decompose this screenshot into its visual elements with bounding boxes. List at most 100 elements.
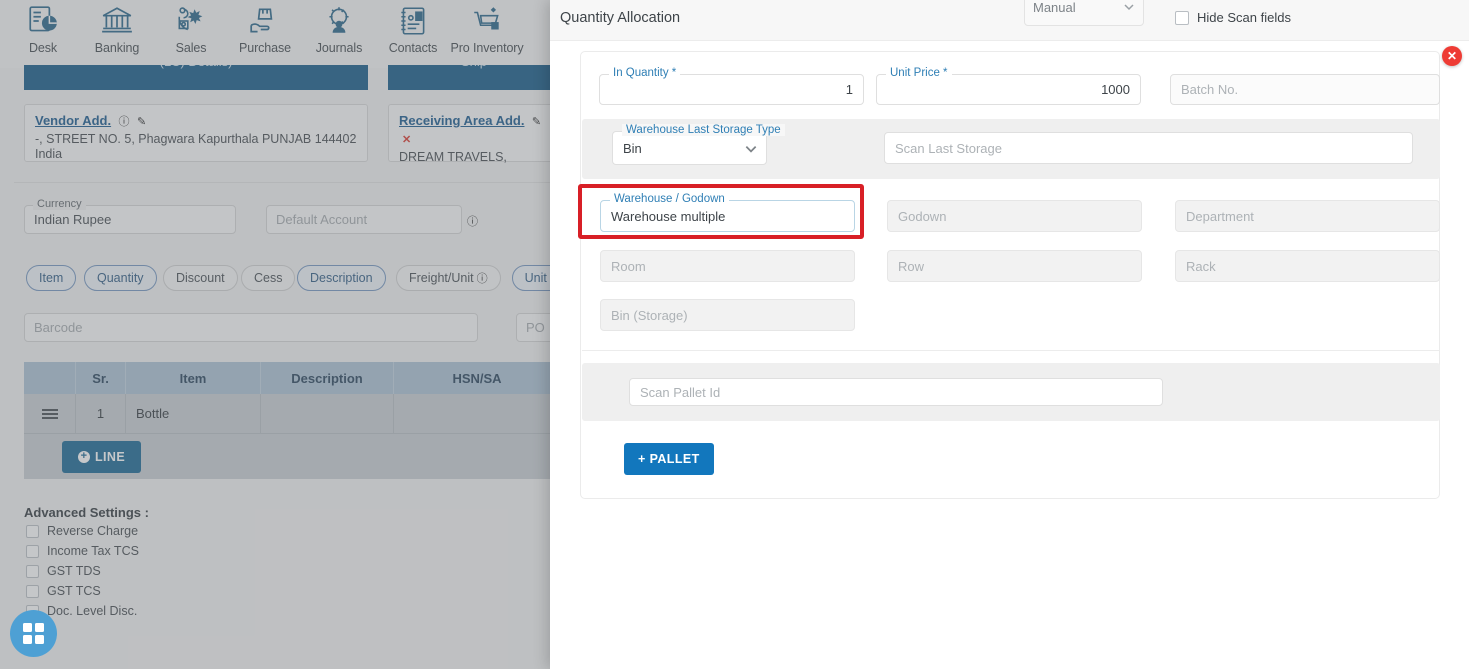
checkbox-gst-tds[interactable]: GST TDS [26,564,101,578]
purchase-icon [248,4,282,38]
scan-pallet-id-field[interactable]: Scan Pallet Id [629,378,1163,406]
checkbox-income-tax-tcs[interactable]: Income Tax TCS [26,544,139,558]
checkbox-box[interactable] [1175,10,1189,25]
row-field[interactable]: Row [887,250,1142,282]
section-header-bars: (LC) Details) Ship [0,60,560,90]
receiving-address-card: Receiving Area Add. ✎ ✕ DREAM TRAVELS, [388,104,560,164]
warehouse-type-select[interactable]: Manual [1024,0,1144,26]
bin-storage-placeholder: Bin (Storage) [611,307,688,323]
checkbox-label: Doc. Level Disc. [47,604,138,618]
top-navigation: Desk Banking Sales Purchase Journals Con… [0,0,560,68]
nav-label: Desk [28,41,58,55]
tab-item[interactable]: Item [26,265,77,291]
tab-description-label: Description [310,271,373,285]
info-icon[interactable]: ⓘ [119,116,130,128]
checkbox-box[interactable] [26,524,39,538]
bank-icon [100,4,134,38]
allocation-panel: In Quantity * 1 Unit Price * 1000 Batch … [580,51,1440,499]
table-row[interactable]: 1 Bottle [24,394,560,434]
barcode-input[interactable]: Barcode [24,313,478,342]
tab-freight-unit[interactable]: Freight/Unit ⓘ [396,265,501,291]
bin-storage-field[interactable]: Bin (Storage) [600,299,855,331]
checkbox-box[interactable] [26,544,39,558]
section-bar-right-text: Ship [461,65,487,69]
default-account-field[interactable]: Default Account [266,205,462,234]
nav-item-sales[interactable]: Sales [154,0,228,55]
vendor-address-body: -, STREET NO. 5, Phagwara Kapurthala PUN… [35,132,357,161]
tab-quantity[interactable]: Quantity [84,265,157,291]
edit-icon[interactable]: ✎ [532,116,541,128]
sales-icon [174,4,208,38]
table-col-sr: Sr. [76,362,126,394]
tab-cess-label: Cess [254,271,283,285]
department-field[interactable]: Department [1175,200,1440,232]
table-cell-description [261,394,394,434]
checkbox-reverse-charge[interactable]: Reverse Charge [26,524,138,538]
rack-placeholder: Rack [1186,258,1216,274]
receiving-address-title[interactable]: Receiving Area Add. [399,113,524,128]
hide-scan-fields-label: Hide Scan fields [1197,10,1291,25]
inventory-icon [470,4,504,38]
nav-label: Journals [315,41,363,55]
divider [582,350,1440,351]
hide-scan-fields-checkbox[interactable]: Hide Scan fields [1175,10,1291,25]
nav-item-journals[interactable]: Journals [302,0,376,55]
nav-label: Banking [94,41,140,55]
close-icon[interactable]: ✕ [1442,46,1462,66]
tab-discount[interactable]: Discount [163,265,238,291]
vendor-address-title[interactable]: Vendor Add. [35,113,111,128]
checkbox-box[interactable] [26,584,39,598]
apps-fab-button[interactable] [10,610,57,657]
screen: Desk Banking Sales Purchase Journals Con… [0,0,1469,669]
table-col-item: Item [126,362,261,394]
checkbox-box[interactable] [26,564,39,578]
modal-header: Quantity Allocation Warehouse Type Manua… [550,0,1469,41]
nav-item-banking[interactable]: Banking [80,0,154,55]
tab-item-label: Item [39,271,64,285]
nav-label: Sales [175,41,207,55]
godown-field[interactable]: Godown [887,200,1142,232]
currency-field[interactable]: Currency Indian Rupee [24,198,236,234]
warehouse-godown-label: Warehouse / Godown [610,193,729,205]
delete-icon[interactable]: ✕ [402,134,411,146]
unit-price-label: Unit Price * [886,67,952,79]
section-bar-left: (LC) Details) [24,65,368,90]
checkbox-label: GST TCS [47,584,101,598]
unit-price-field[interactable]: Unit Price * 1000 [876,67,1141,105]
tab-description[interactable]: Description [297,265,386,291]
checkbox-gst-tcs[interactable]: GST TCS [26,584,101,598]
scan-last-storage-field[interactable]: Scan Last Storage [884,132,1413,164]
nav-item-contacts[interactable]: Contacts [376,0,450,55]
nav-item-purchase[interactable]: Purchase [228,0,302,55]
batch-no-field[interactable]: Batch No. [1170,74,1440,105]
warehouse-godown-value: Warehouse multiple [611,208,726,224]
edit-icon[interactable]: ✎ [137,116,146,128]
warehouse-godown-field[interactable]: Warehouse / Godown Warehouse multiple [600,193,855,232]
table-header-row: Sr. Item Description HSN/SA [24,362,560,394]
add-pallet-button[interactable]: + PALLET [624,443,714,475]
contacts-icon [396,4,430,38]
drag-handle-icon[interactable] [24,394,76,434]
in-quantity-value: 1 [845,82,853,97]
warehouse-last-storage-type-label: Warehouse Last Storage Type [622,124,785,136]
tab-cess[interactable]: Cess [241,265,296,291]
nav-item-pro-inventory[interactable]: Pro Inventory [450,0,524,55]
advanced-settings-title: Advanced Settings : [24,505,149,520]
info-icon[interactable]: ⓘ [467,213,478,229]
warehouse-last-storage-type-select[interactable]: Warehouse Last Storage Type Bin [612,124,785,165]
default-account-placeholder: Default Account [276,212,368,227]
rack-field[interactable]: Rack [1175,250,1440,282]
receiving-address-body: DREAM TRAVELS, [399,150,507,164]
tab-quantity-label: Quantity [97,271,144,285]
nav-item-desk[interactable]: Desk [6,0,80,55]
section-bar-right: Ship [388,65,560,90]
journals-icon [322,4,356,38]
add-line-button[interactable]: + LINE [62,440,142,473]
checkbox-label: Income Tax TCS [47,544,139,558]
tab-discount-label: Discount [176,271,225,285]
add-pallet-label: + PALLET [638,452,700,466]
barcode-placeholder: Barcode [34,320,83,335]
table-cell-hsn [394,394,560,434]
room-field[interactable]: Room [600,250,855,282]
in-quantity-field[interactable]: In Quantity * 1 [599,67,864,105]
